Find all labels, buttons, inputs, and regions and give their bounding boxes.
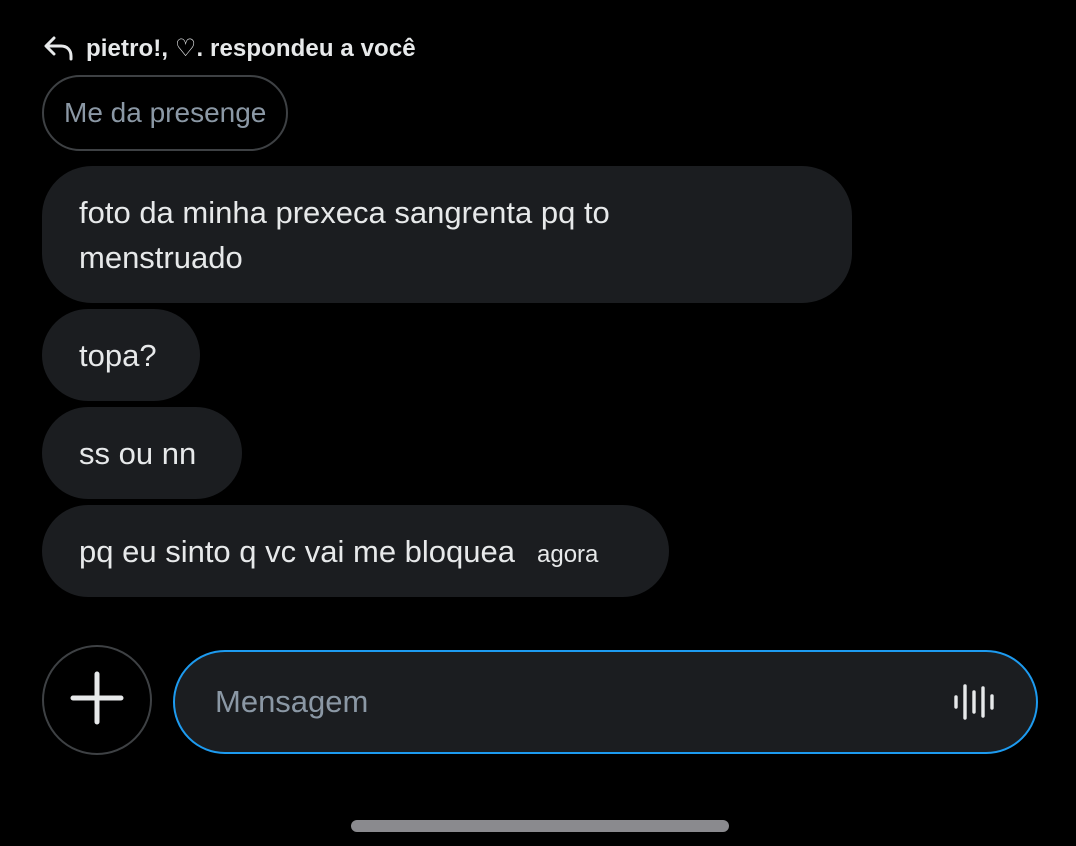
reply-header-text: pietro!, ♡. respondeu a você <box>86 34 416 62</box>
message-input[interactable] <box>215 684 952 720</box>
voice-waveform-icon[interactable] <box>952 680 996 724</box>
message-timestamp: agora <box>537 540 599 568</box>
home-indicator[interactable] <box>351 820 729 832</box>
message-bubble[interactable]: topa? <box>42 309 200 401</box>
message-composer[interactable] <box>173 650 1038 754</box>
message-text: pq eu sinto q vc vai me bloquea <box>79 533 515 569</box>
message-bubble[interactable]: pq eu sinto q vc vai me bloquea agora <box>42 505 669 597</box>
message-bubble[interactable]: ss ou nn <box>42 407 242 499</box>
dm-conversation-screen: pietro!, ♡. respondeu a você Me da prese… <box>0 0 1076 846</box>
reply-header: pietro!, ♡. respondeu a você <box>44 30 416 66</box>
quoted-message-text: Me da presenge <box>64 97 267 128</box>
plus-icon <box>70 671 124 730</box>
message-text: topa? <box>79 337 157 373</box>
reply-arrow-icon <box>44 33 74 63</box>
add-attachment-button[interactable] <box>42 645 152 755</box>
message-text: foto da minha prexeca sangrenta pq to me… <box>79 194 610 275</box>
message-text: ss ou nn <box>79 435 197 471</box>
message-bubble[interactable]: foto da minha prexeca sangrenta pq to me… <box>42 166 852 303</box>
quoted-message[interactable]: Me da presenge <box>42 75 289 151</box>
